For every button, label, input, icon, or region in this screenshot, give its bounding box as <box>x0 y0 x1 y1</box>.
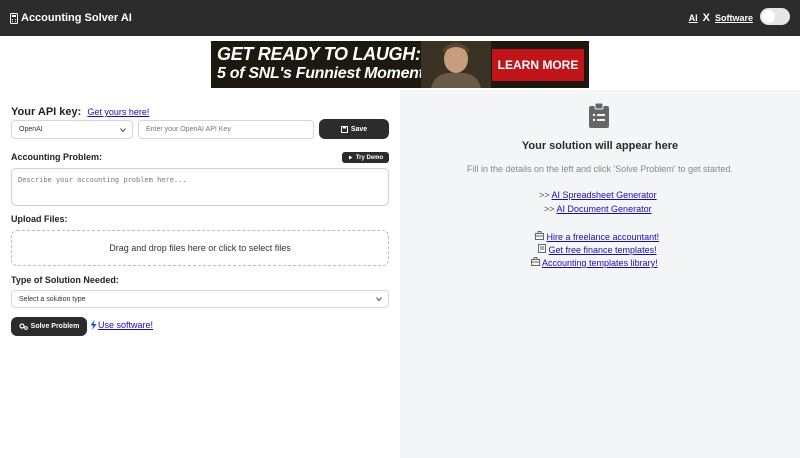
gears-icon <box>19 323 28 330</box>
ad-subheadline: 5 of SNL's Funniest Moments! <box>217 65 438 82</box>
hire-accountant-link[interactable]: Hire a freelance accountant! <box>535 231 659 242</box>
ad-person-image <box>421 41 491 88</box>
ad-banner[interactable]: GET READY TO LAUGH: 5 of SNL's Funniest … <box>211 41 589 88</box>
ai-spreadsheet-link[interactable]: >> AI Spreadsheet Generator <box>539 190 657 200</box>
link-prefix: >> <box>544 204 555 214</box>
use-software-link[interactable]: Use software! <box>90 320 153 330</box>
solution-title: Your solution will appear here <box>521 140 679 152</box>
learn-more-button[interactable]: LEARN MORE <box>492 49 584 81</box>
bolt-icon <box>90 320 97 330</box>
provider-select[interactable]: OpenAI <box>11 120 133 139</box>
separator: X <box>702 12 710 24</box>
templates-library-link[interactable]: Accounting templates library! <box>531 257 658 268</box>
ai-link[interactable]: AI <box>689 13 698 23</box>
briefcase-icon <box>531 257 540 266</box>
chevron-down-icon <box>120 127 126 132</box>
problem-placeholder: Describe your accounting problem here... <box>18 176 187 184</box>
get-api-key-link[interactable]: Get yours here! <box>87 107 149 117</box>
save-label: Save <box>350 125 368 133</box>
try-demo-button[interactable]: Try Demo <box>342 152 389 163</box>
provider-value: OpenAI <box>19 126 43 133</box>
software-link[interactable]: Software <box>715 13 753 23</box>
solution-type-value: Select a solution type <box>19 295 86 303</box>
link-prefix: >> <box>539 190 550 200</box>
briefcase-icon <box>535 231 544 240</box>
calculator-icon <box>10 12 18 24</box>
ai-document-link[interactable]: >> AI Document Generator <box>544 204 652 214</box>
api-key-placeholder: Enter your OpenAI API Key <box>146 126 231 133</box>
save-icon <box>340 125 348 133</box>
ad-headline: GET READY TO LAUGH: <box>217 44 421 64</box>
solution-panel: Your solution will appear here Fill in t… <box>400 90 800 458</box>
templates-library-label: Accounting templates library! <box>542 258 658 268</box>
solve-label: Solve Problem <box>30 323 80 330</box>
ad-text: GET READY TO LAUGH: 5 of SNL's Funniest … <box>217 44 438 84</box>
api-key-heading: Your API key: Get yours here! <box>11 106 149 118</box>
ai-spreadsheet-label: AI Spreadsheet Generator <box>551 190 657 200</box>
top-bar: Accounting Solver AI AI X Software <box>0 0 800 36</box>
finance-templates-label: Get free finance templates! <box>548 245 657 255</box>
brand[interactable]: Accounting Solver AI <box>10 12 132 24</box>
use-software-label: Use software! <box>98 320 154 330</box>
problem-textarea[interactable]: Describe your accounting problem here... <box>11 168 389 206</box>
try-demo-label: Try Demo <box>355 154 384 161</box>
app-title: Accounting Solver AI <box>21 12 132 24</box>
header-links: AI X Software <box>689 12 753 24</box>
file-dropzone[interactable]: Drag and drop files here or click to sel… <box>11 230 389 266</box>
solution-subtitle: Fill in the details on the left and clic… <box>466 164 734 174</box>
solution-type-select[interactable]: Select a solution type <box>11 290 389 308</box>
toggle-knob <box>762 10 775 23</box>
solution-type-label: Type of Solution Needed: <box>11 275 119 285</box>
api-key-input[interactable]: Enter your OpenAI API Key <box>138 120 314 139</box>
finance-templates-link[interactable]: Get free finance templates! <box>538 244 657 255</box>
problem-label: Accounting Problem: <box>11 152 103 162</box>
api-key-label: Your API key: <box>11 106 82 118</box>
save-button[interactable]: Save <box>319 119 389 139</box>
play-icon <box>348 155 353 160</box>
dropzone-text: Drag and drop files here or click to sel… <box>109 243 291 253</box>
theme-toggle[interactable] <box>760 8 790 25</box>
hire-accountant-label: Hire a freelance accountant! <box>546 232 660 242</box>
ai-document-label: AI Document Generator <box>556 204 652 214</box>
chevron-down-icon <box>376 297 382 302</box>
upload-label: Upload Files: <box>11 214 68 224</box>
solve-problem-button[interactable]: Solve Problem <box>11 317 87 336</box>
clipboard-icon <box>589 103 609 128</box>
document-icon <box>538 244 546 253</box>
